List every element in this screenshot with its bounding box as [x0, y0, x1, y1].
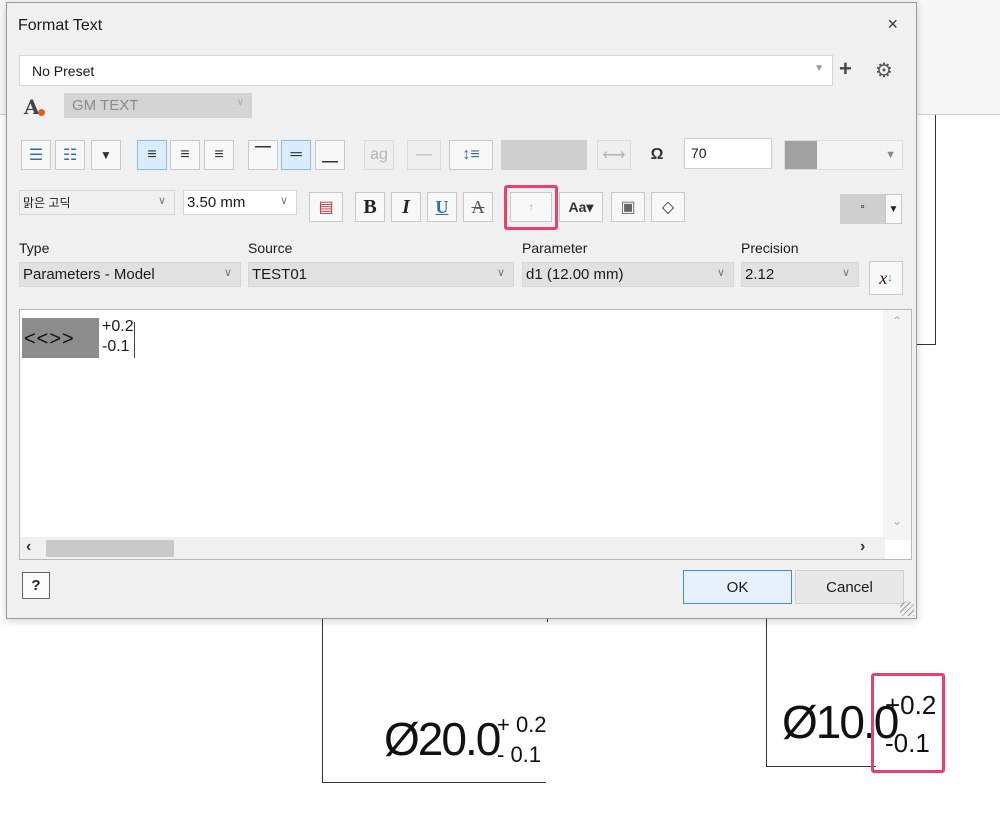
drawing-frame-line [766, 766, 876, 767]
source-label: Source [248, 240, 293, 256]
chevron-down-icon: ∨ [236, 97, 244, 108]
frame-text-button[interactable]: ▣ [611, 192, 645, 222]
chevron-up-icon[interactable]: ⌃ [892, 314, 902, 328]
horizontal-line-button[interactable]: — [407, 140, 441, 170]
width-scale-input[interactable]: 70 [684, 138, 772, 169]
text-color-swatch [785, 141, 817, 169]
symbol-button[interactable]: ° [840, 194, 885, 224]
horizontal-scrollbar[interactable]: ‹ › [20, 537, 885, 559]
text-editor-area[interactable]: <<>> +0.2 -0.1 ⌃ ⌄ ‹ › [19, 309, 912, 560]
cancel-button[interactable]: Cancel [795, 570, 904, 604]
scrollbar-thumb[interactable] [46, 540, 174, 557]
dimension-1-value: Ø20.0 [384, 713, 501, 765]
help-button[interactable]: ? [22, 572, 50, 599]
drawing-frame-line [935, 115, 936, 345]
dimension-1-lower-tolerance: - 0.1 [497, 742, 542, 767]
line-spacing-dropdown[interactable]: ↕≡ [449, 140, 493, 170]
valign-top-button[interactable]: ⎺ [248, 140, 278, 170]
ok-button[interactable]: OK [683, 570, 792, 604]
chevron-down-icon: ∨ [223, 267, 232, 279]
valign-middle-button[interactable]: ═ [281, 140, 311, 170]
align-center-button[interactable]: ≡ [170, 140, 200, 170]
chevron-down-icon: ▼ [814, 63, 824, 74]
parameter-label: Parameter [522, 240, 588, 256]
chevron-down-icon: ∨ [496, 267, 505, 279]
type-dropdown[interactable]: Parameters - Model ∨ [19, 262, 241, 287]
layer-stack-button[interactable]: ▤ [309, 192, 343, 222]
align-right-button[interactable]: ≡ [204, 140, 234, 170]
chevron-down-icon: ∨ [279, 195, 288, 207]
text-style-value: GM TEXT [72, 97, 139, 114]
chevron-down-icon: ∨ [157, 195, 166, 207]
precision-label: Precision [741, 240, 799, 256]
fill-bucket-icon[interactable]: ◇ [651, 192, 685, 222]
case-toggle-dropdown[interactable]: Aa▾ [559, 192, 603, 222]
drawing-frame-line [766, 619, 767, 767]
chevron-down-icon: ∨ [841, 267, 850, 279]
source-value: TEST01 [252, 266, 308, 283]
chevron-right-icon[interactable]: › [860, 538, 865, 556]
bold-button[interactable]: B [355, 192, 385, 222]
text-style-dropdown[interactable]: GM TEXT ∨ [64, 93, 252, 118]
close-icon[interactable]: × [887, 14, 898, 35]
tolerance-highlight-box [871, 673, 945, 773]
symbol-dropdown[interactable]: ▼ [885, 194, 902, 224]
insert-parameter-button[interactable]: x ↓ [869, 261, 903, 295]
char-spacing-icon: ⟷ [597, 140, 631, 170]
gear-icon[interactable]: ⚙ [875, 58, 893, 83]
source-dropdown[interactable]: TEST01 ∨ [248, 262, 514, 287]
drawing-frame-line [547, 619, 548, 622]
drawing-frame-line [917, 344, 936, 345]
dialog-title: Format Text [18, 17, 103, 34]
lower-tolerance-text: -0.1 [102, 338, 130, 355]
stack-button-highlight [504, 185, 558, 230]
drawing-frame-line [322, 782, 546, 783]
valign-bottom-button[interactable]: ⎽ [315, 140, 345, 170]
parameter-dropdown[interactable]: d1 (12.00 mm) ∨ [522, 262, 734, 287]
text-caret [134, 322, 135, 358]
type-label: Type [19, 240, 50, 256]
preset-dropdown[interactable]: No Preset ▼ [19, 55, 833, 86]
width-scale-icon: Ω [650, 146, 664, 163]
resize-grip[interactable] [900, 602, 914, 616]
parameter-placeholder[interactable]: <<>> [22, 318, 99, 358]
vertical-scrollbar[interactable]: ⌃ ⌄ [883, 310, 911, 540]
precision-value: 2.12 [745, 266, 775, 283]
text-size-dropdown[interactable]: 3.50 mm ∨ [183, 190, 297, 215]
parameter-value: d1 (12.00 mm) [526, 266, 624, 283]
numbered-list-button[interactable]: ☷ [55, 140, 85, 170]
text-style-icon: A [24, 95, 50, 121]
font-dropdown[interactable]: 맑은 고딕 ∨ [19, 190, 175, 215]
upper-tolerance-text: +0.2 [102, 318, 134, 335]
chevron-down-icon: ∨ [716, 267, 725, 279]
text-size-value: 3.50 mm [187, 194, 246, 211]
text-baseline-button[interactable]: ag [364, 140, 394, 170]
font-value: 맑은 고딕 [23, 196, 71, 210]
line-spacing-value-field[interactable] [501, 140, 587, 170]
format-text-dialog: Format Text × No Preset ▼ + ⚙ A GM TEXT … [6, 2, 917, 619]
chevron-down-icon[interactable]: ⌄ [892, 514, 902, 528]
list-options-dropdown[interactable]: ▼ [91, 140, 121, 170]
precision-dropdown[interactable]: 2.12 ∨ [741, 262, 859, 287]
add-preset-button[interactable]: + [839, 56, 852, 82]
align-left-button[interactable]: ≡ [137, 140, 167, 170]
type-value: Parameters - Model [23, 266, 155, 283]
underline-button[interactable]: U [427, 192, 457, 222]
dimension-1-upper-tolerance: + 0.2 [497, 712, 547, 737]
preset-value: No Preset [32, 63, 95, 79]
italic-button[interactable]: I [391, 192, 421, 222]
bullet-list-button[interactable]: ☰ [21, 140, 51, 170]
drawing-frame-line [322, 619, 323, 783]
strikethrough-button[interactable]: A [463, 192, 493, 222]
chevron-left-icon[interactable]: ‹ [26, 538, 31, 556]
